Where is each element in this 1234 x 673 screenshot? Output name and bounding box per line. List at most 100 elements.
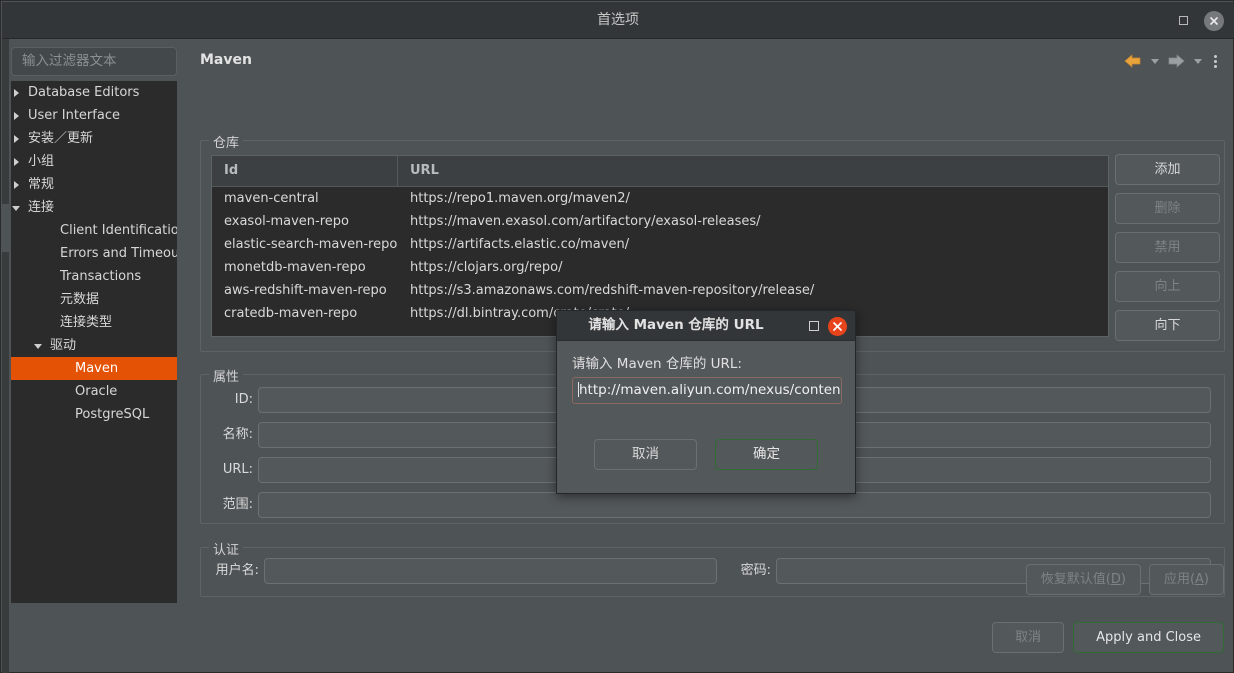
maven-url-input-value: http://maven.aliyun.com/nexus/content bbox=[579, 382, 842, 398]
scrollbar-thumb[interactable] bbox=[2, 204, 9, 252]
properties-legend: 属性 bbox=[209, 366, 244, 385]
column-header-url[interactable]: URL bbox=[398, 156, 1108, 186]
sidebar-item-client-identification[interactable]: Client Identification bbox=[11, 219, 177, 242]
table-row[interactable]: maven-central https://repo1.maven.org/mav… bbox=[212, 187, 1108, 210]
repo-move-down-button[interactable]: 向下 bbox=[1115, 310, 1220, 341]
property-label-id: ID: bbox=[234, 392, 253, 407]
sidebar-item-[interactable]: 元数据 bbox=[11, 288, 177, 311]
window-maximize-button[interactable] bbox=[1174, 11, 1194, 31]
window-left-scrollbar[interactable] bbox=[2, 39, 9, 673]
restore-defaults-button[interactable]: 恢复默认值(D) bbox=[1025, 564, 1141, 595]
chevron-down-icon[interactable] bbox=[11, 196, 25, 219]
nav-forward-button[interactable] bbox=[1163, 49, 1189, 73]
cell-id: aws-redshift-maven-repo bbox=[224, 283, 387, 298]
preferences-filter-input[interactable]: 输入过滤器文本 bbox=[11, 47, 177, 76]
window-titlebar: 首选项 bbox=[2, 2, 1234, 39]
sidebar-item-label: 连接类型 bbox=[60, 315, 113, 330]
sidebar-item-[interactable]: 常规 bbox=[11, 173, 177, 196]
sidebar-item-maven[interactable]: Maven bbox=[11, 357, 177, 380]
table-row[interactable]: monetdb-maven-repo https://clojars.org/re… bbox=[212, 256, 1108, 279]
repo-move-up-button[interactable]: 向上 bbox=[1115, 271, 1220, 302]
dialog-titlebar: 请输入 Maven 仓库的 URL bbox=[557, 311, 855, 341]
chevron-right-icon[interactable] bbox=[11, 173, 25, 196]
cell-url: https://repo1.maven.org/maven2/ bbox=[410, 191, 630, 206]
property-label-url: URL: bbox=[222, 462, 253, 477]
sidebar-item-label: 小组 bbox=[28, 154, 55, 169]
repo-delete-button[interactable]: 删除 bbox=[1115, 193, 1220, 224]
table-row[interactable]: exasol-maven-repo https://maven.exasol.co… bbox=[212, 210, 1108, 233]
sidebar-item-database-editors[interactable]: Database Editors bbox=[11, 81, 177, 104]
sidebar-item-label: 安装／更新 bbox=[28, 131, 94, 146]
property-label-scope: 范围: bbox=[222, 497, 253, 512]
sidebar-item-transactions[interactable]: Transactions bbox=[11, 265, 177, 288]
page-title: Maven bbox=[200, 52, 252, 68]
kebab-menu-icon[interactable] bbox=[1206, 49, 1224, 73]
arrow-left-icon bbox=[1124, 54, 1141, 68]
sidebar-item-oracle[interactable]: Oracle bbox=[11, 380, 177, 403]
dialog-close-button[interactable] bbox=[828, 317, 847, 336]
cell-id: exasol-maven-repo bbox=[224, 214, 349, 229]
repo-add-button[interactable]: 添加 bbox=[1115, 154, 1220, 185]
preferences-tree[interactable]: Database Editors User Interface 安装／更新小组常规连… bbox=[11, 81, 177, 603]
cancel-button[interactable]: 取消 bbox=[992, 622, 1065, 653]
table-row[interactable]: elastic-search-maven-repo https://artifac… bbox=[212, 233, 1108, 256]
arrow-right-icon bbox=[1168, 54, 1185, 68]
dialog-footer-buttons: 取消 Apply and Close bbox=[992, 622, 1224, 653]
sidebar-item-label: 连接 bbox=[28, 200, 55, 215]
password-label: 密码: bbox=[740, 563, 771, 578]
nav-back-dropdown[interactable] bbox=[1146, 49, 1163, 73]
cell-id: monetdb-maven-repo bbox=[224, 260, 366, 275]
dialog-cancel-button[interactable]: 取消 bbox=[594, 439, 697, 470]
nav-back-button[interactable] bbox=[1120, 49, 1146, 73]
username-input[interactable] bbox=[264, 558, 717, 584]
cell-id: maven-central bbox=[224, 191, 319, 206]
authentication-legend: 认证 bbox=[209, 539, 244, 558]
sidebar-item-[interactable]: 连接 bbox=[11, 196, 177, 219]
preferences-window: 首选项 输入过滤器文本 Database Editors User Interfa… bbox=[0, 0, 1234, 673]
sidebar-item-errors-and-timeouts[interactable]: Errors and Timeouts bbox=[11, 242, 177, 265]
chevron-down-icon[interactable] bbox=[33, 334, 47, 357]
repository-action-buttons: 添加删除禁用向上向下 bbox=[1115, 154, 1220, 349]
sidebar-item-label: Transactions bbox=[60, 269, 142, 284]
chevron-right-icon[interactable] bbox=[11, 81, 25, 104]
nav-forward-dropdown[interactable] bbox=[1189, 49, 1206, 73]
sidebar-item-postgresql[interactable]: PostgreSQL bbox=[11, 403, 177, 426]
sidebar-item-[interactable]: 驱动 bbox=[11, 334, 177, 357]
sidebar-item-label: User Interface bbox=[28, 108, 120, 123]
sidebar-item-user-interface[interactable]: User Interface bbox=[11, 104, 177, 127]
property-row-scope: 范围: bbox=[201, 492, 1224, 518]
cell-url: https://artifacts.elastic.co/maven/ bbox=[410, 237, 630, 252]
table-header-row: Id URL bbox=[212, 156, 1108, 187]
dialog-maximize-icon[interactable] bbox=[809, 321, 819, 331]
sidebar-item-label: 元数据 bbox=[60, 292, 100, 307]
sidebar-item-[interactable]: 小组 bbox=[11, 150, 177, 173]
sidebar-item-label: Oracle bbox=[75, 384, 118, 399]
sidebar-item-label: Client Identification bbox=[60, 223, 177, 238]
sidebar-item-label: PostgreSQL bbox=[75, 407, 150, 422]
maven-url-input[interactable]: http://maven.aliyun.com/nexus/content bbox=[572, 377, 842, 404]
window-close-button[interactable] bbox=[1204, 11, 1224, 31]
chevron-right-icon[interactable] bbox=[11, 127, 25, 150]
chevron-right-icon[interactable] bbox=[11, 104, 25, 127]
sidebar-item-label: Database Editors bbox=[28, 85, 140, 100]
repo-disable-button[interactable]: 禁用 bbox=[1115, 232, 1220, 263]
cell-url: https://s3.amazonaws.com/redshift-maven-… bbox=[410, 283, 815, 298]
dialog-buttons: 取消 确定 bbox=[557, 439, 855, 470]
dialog-ok-button[interactable]: 确定 bbox=[715, 439, 818, 470]
property-label-name: 名称: bbox=[222, 427, 253, 442]
column-header-id[interactable]: Id bbox=[212, 156, 398, 186]
apply-and-close-button[interactable]: Apply and Close bbox=[1073, 622, 1224, 653]
apply-row: 恢复默认值(D) 应用(A) bbox=[1025, 564, 1224, 595]
property-input-scope[interactable] bbox=[258, 492, 1211, 518]
table-row[interactable]: aws-redshift-maven-repo https://s3.amazon… bbox=[212, 279, 1108, 302]
cell-id: elastic-search-maven-repo bbox=[224, 237, 398, 252]
sidebar-item-label: 常规 bbox=[28, 177, 55, 192]
apply-button[interactable]: 应用(A) bbox=[1148, 564, 1224, 595]
sidebar-item-[interactable]: 连接类型 bbox=[11, 311, 177, 334]
close-x-glyph bbox=[1209, 16, 1219, 26]
sidebar-item-[interactable]: 安装／更新 bbox=[11, 127, 177, 150]
maven-url-dialog: 请输入 Maven 仓库的 URL 请输入 Maven 仓库的 URL: htt… bbox=[556, 310, 856, 494]
chevron-right-icon[interactable] bbox=[11, 150, 25, 173]
cell-id: cratedb-maven-repo bbox=[224, 306, 358, 321]
sidebar-item-label: Maven bbox=[75, 361, 119, 376]
